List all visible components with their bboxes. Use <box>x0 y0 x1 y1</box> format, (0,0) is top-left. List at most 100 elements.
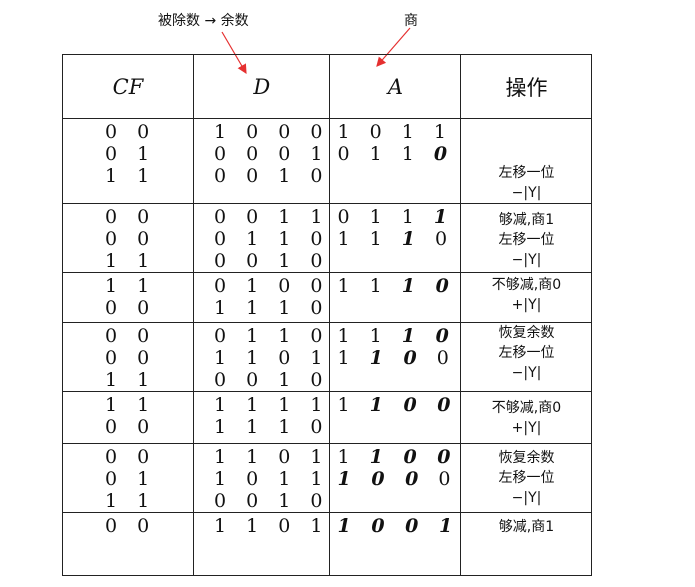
operation-text: −|Y| <box>511 490 542 506</box>
a-bits: 0 1 1 <box>337 206 434 228</box>
a-value: 0 1 1 0 <box>330 143 460 165</box>
quotient-bit: 1 0 0 <box>369 394 458 416</box>
a-bits: 0 <box>425 468 458 490</box>
cf-value: 1 1 <box>105 250 157 272</box>
step-row: 0 00 01 10 1 1 01 1 0 10 0 1 01 1 1 01 1… <box>62 322 593 392</box>
cf-cell: 0 00 11 1 <box>62 118 194 204</box>
d-value: 0 1 0 0 <box>214 275 330 297</box>
a-value: 1 1 1 0 <box>330 228 460 250</box>
operation-text: 左移一位 <box>498 470 555 486</box>
operation-text: 左移一位 <box>498 345 555 361</box>
division-steps-table: CF D A 操作 0 00 11 11 0 0 00 0 0 10 0 1 0… <box>62 54 593 576</box>
quotient-bit: 1 0 <box>401 325 456 347</box>
operation-cell: 够减,商1 <box>460 512 593 576</box>
a-value: 1 1 0 0 <box>330 446 460 468</box>
d-cell: 1 0 0 00 0 0 10 0 1 0 <box>192 118 331 204</box>
a-value: 1 1 1 0 <box>330 275 460 297</box>
cf-value: 0 0 <box>105 325 157 347</box>
operation-text: 恢复余数 <box>498 325 555 341</box>
operation-cell: 左移一位 −|Y| <box>460 118 593 204</box>
operation-text: 够减,商1 <box>498 519 555 535</box>
d-cell: 1 1 0 11 0 1 10 0 1 0 <box>192 443 331 513</box>
d-value: 0 0 1 0 <box>214 490 330 512</box>
d-value: 0 0 1 0 <box>214 165 330 187</box>
cf-value: 0 0 <box>105 446 157 468</box>
step-row: 0 00 11 11 0 0 00 0 0 10 0 1 01 0 1 10 1… <box>62 118 593 204</box>
step-row: 1 10 01 1 1 11 1 1 01 1 0 0 不够减,商0 +|Y| <box>62 391 593 444</box>
cf-value: 0 1 <box>105 468 157 490</box>
header-a: A <box>329 54 462 119</box>
header-op: 操作 <box>460 54 593 119</box>
a-bits: 1 1 <box>337 275 402 297</box>
a-bits: 1 0 1 1 <box>337 121 453 143</box>
d-cell: 0 1 0 01 1 1 0 <box>192 272 331 323</box>
a-bits: 1 <box>337 347 370 369</box>
cf-value: 0 0 <box>105 297 157 319</box>
a-value: 0 1 1 1 <box>330 206 460 228</box>
cf-value: 0 0 <box>105 206 157 228</box>
d-value: 0 0 1 0 <box>214 369 330 391</box>
d-value: 1 1 0 1 <box>214 347 330 369</box>
a-bits: 0 <box>423 347 456 369</box>
a-bits: 1 1 <box>337 228 402 250</box>
cf-cell: 1 10 0 <box>62 391 194 444</box>
a-cell: 0 1 1 11 1 1 0 <box>329 203 462 273</box>
d-value: 0 1 1 0 <box>214 228 330 250</box>
a-bits: 1 <box>337 394 370 416</box>
a-bits: 0 <box>421 228 455 250</box>
cf-value: 0 0 <box>105 228 157 250</box>
step-row: 0 00 01 10 0 1 10 1 1 00 0 1 00 1 1 11 1… <box>62 203 593 273</box>
operation-cell: 恢复余数左移一位 −|Y| <box>460 322 593 392</box>
a-cell: 1 0 1 10 1 1 0 <box>329 118 462 204</box>
a-value: 1 1 1 0 <box>330 325 460 347</box>
operation-text: −|Y| <box>511 365 542 381</box>
cf-value: 0 1 <box>105 143 157 165</box>
quotient-bit: 1 0 <box>369 347 424 369</box>
cf-value: 1 1 <box>105 275 157 297</box>
operation-text: 左移一位 <box>498 232 555 248</box>
a-cell: 1 1 0 01 0 0 0 <box>329 443 462 513</box>
a-value <box>330 250 460 272</box>
d-value: 1 1 0 1 <box>214 446 330 468</box>
a-value: 1 0 0 0 <box>330 468 460 490</box>
quotient-bit: 0 <box>433 143 455 165</box>
cf-cell: 0 00 11 1 <box>62 443 194 513</box>
a-value <box>330 297 460 319</box>
cf-cell: 1 10 0 <box>62 272 194 323</box>
a-value <box>330 369 460 391</box>
d-cell: 1 1 1 11 1 1 0 <box>192 391 331 444</box>
cf-value: 0 0 <box>105 416 157 438</box>
cf-value: 1 1 <box>105 394 157 416</box>
a-bits: 1 <box>337 446 370 468</box>
d-cell: 0 1 1 01 1 0 10 0 1 0 <box>192 322 331 392</box>
d-value: 1 1 1 0 <box>214 297 330 319</box>
cf-value: 1 1 <box>105 490 157 512</box>
d-value: 1 0 0 0 <box>214 121 330 143</box>
operation-text: 左移一位 <box>498 165 555 181</box>
a-value: 1 1 0 0 <box>330 347 460 369</box>
quotient-bit: 1 0 <box>401 275 456 297</box>
a-value: 1 1 0 0 <box>330 394 460 416</box>
quotient-bit: 1 <box>433 206 455 228</box>
a-bits: 0 1 1 <box>337 143 434 165</box>
step-row: 0 0 1 1 0 1 1 0 0 1 够减,商1 <box>62 512 593 576</box>
d-value: 0 0 1 0 <box>214 250 330 272</box>
cf-value: 0 0 <box>105 121 157 143</box>
operation-text <box>461 143 591 163</box>
d-value: 1 0 1 1 <box>214 468 330 490</box>
header-row: CF D A 操作 <box>62 54 593 119</box>
d-cell: 1 1 0 1 <box>192 512 331 576</box>
d-cell: 0 0 1 10 1 1 00 0 1 0 <box>192 203 331 273</box>
d-value: 0 0 0 1 <box>214 143 330 165</box>
quotient-bit: 1 0 0 <box>337 468 426 490</box>
d-value: 0 0 1 1 <box>214 206 330 228</box>
operation-text: 够减,商1 <box>498 212 555 228</box>
header-cf: CF <box>62 54 194 119</box>
a-cell: 1 1 1 0 <box>329 272 462 323</box>
cf-cell: 0 00 01 1 <box>62 322 194 392</box>
d-value: 1 1 0 1 <box>214 515 330 537</box>
operation-text: +|Y| <box>511 420 542 436</box>
a-cell: 1 1 1 01 1 0 0 <box>329 322 462 392</box>
cf-cell: 0 00 01 1 <box>62 203 194 273</box>
cf-cell: 0 0 <box>62 512 194 576</box>
